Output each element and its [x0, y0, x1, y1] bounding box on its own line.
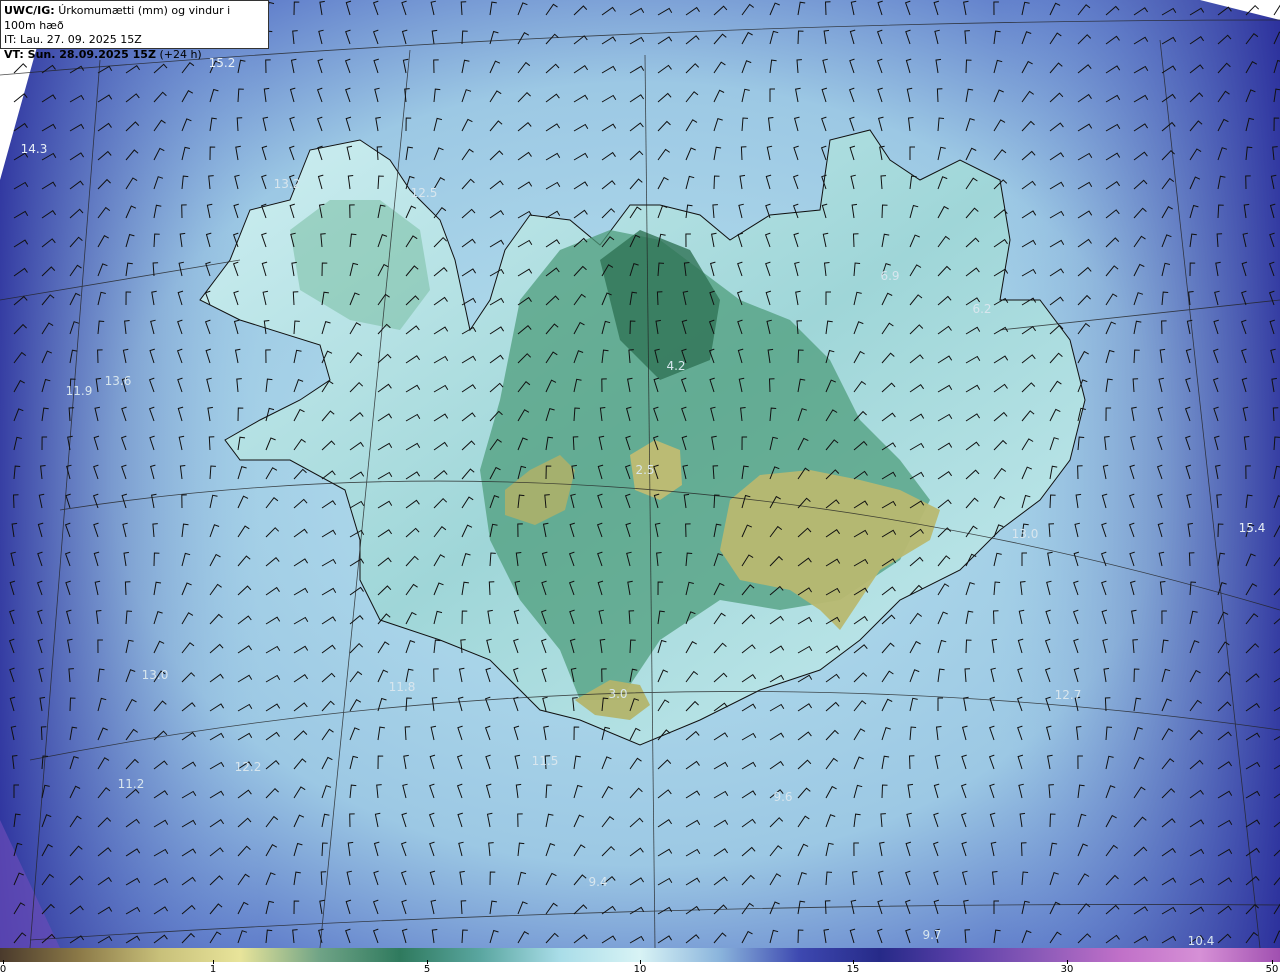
value-label: 11.2 [117, 777, 145, 791]
colorbar-tick-label: 0 [0, 964, 7, 975]
colorbar-tick-label: 10 [633, 964, 647, 975]
value-label: 9.6 [773, 790, 793, 804]
init-time: IT: Lau. 27. 09. 2025 15Z [4, 33, 142, 46]
value-label: 14.3 [20, 142, 48, 156]
colorbar: 0 1 5 10 15 30 50 [0, 948, 1280, 978]
value-label: 13.2 [273, 177, 301, 191]
value-label: 4.2 [666, 359, 686, 373]
value-label: 11.9 [65, 384, 93, 398]
model-label: UWC/IG: [4, 4, 55, 17]
colorbar-tick-label: 30 [1060, 964, 1074, 975]
value-label: 9.7 [922, 928, 942, 942]
value-label: 11.8 [388, 680, 416, 694]
colorbar-tick-label: 5 [423, 964, 431, 975]
map-info-box: UWC/IG: Úrkomumætti (mm) og vindur i 100… [0, 0, 269, 61]
value-label: 12.2 [234, 760, 262, 774]
value-label: 11.5 [531, 754, 559, 768]
value-label: 15.2 [208, 56, 236, 70]
colorbar-tick-label: 50 [1265, 964, 1279, 975]
value-label: 12.7 [1054, 688, 1082, 702]
value-label: 12.5 [410, 186, 438, 200]
value-label: 15.4 [1238, 521, 1266, 535]
colorbar-tick-label: 15 [846, 964, 860, 975]
value-label: 10.4 [1187, 934, 1215, 948]
map-view: UWC/IG: Úrkomumætti (mm) og vindur i 100… [0, 0, 1280, 978]
value-label: 2.5 [635, 463, 655, 477]
colorbar-tick-label: 1 [209, 964, 217, 975]
forecast-offset: (+24 h) [159, 47, 202, 61]
value-label: 13.0 [1011, 527, 1039, 541]
value-label: 3.0 [608, 687, 628, 701]
valid-time: VT: Sun. 28.09.2025 15Z [4, 47, 156, 61]
value-label: 9.4 [588, 875, 608, 889]
value-label: 13.0 [141, 668, 169, 682]
value-label: 13.6 [104, 374, 132, 388]
value-label: 6.9 [880, 269, 900, 283]
value-label: 6.2 [972, 302, 992, 316]
